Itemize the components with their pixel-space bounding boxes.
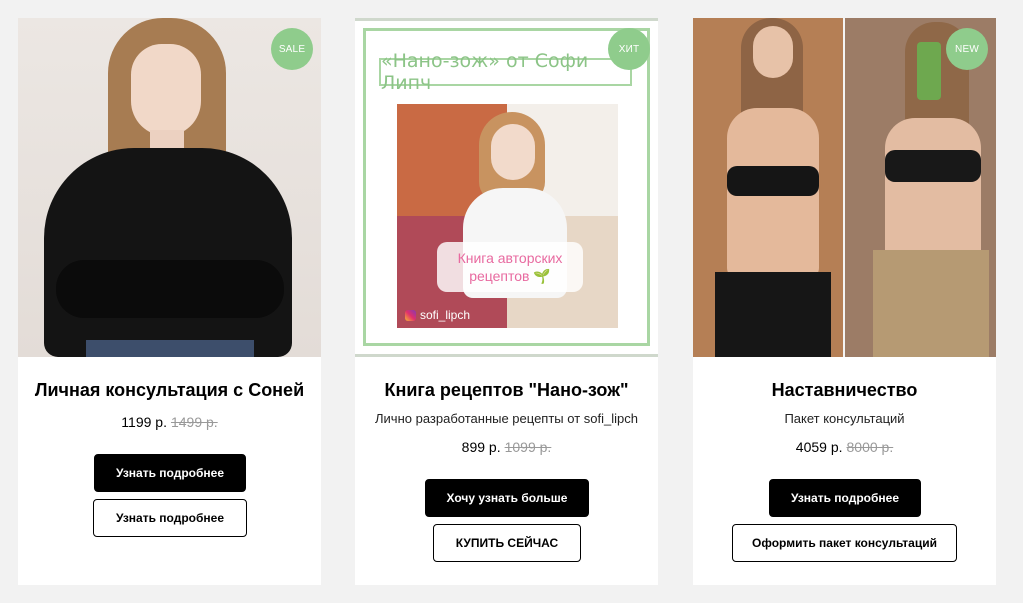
before-top (727, 166, 819, 196)
cover-photo: Книга авторских рецептов 🌱 sofi_lipch (397, 104, 618, 328)
cover-label: Книга авторских рецептов 🌱 (437, 242, 583, 292)
product-grid: SALE Личная консультация с Соней 1199 р.… (0, 0, 1023, 603)
learn-more-button[interactable]: Узнать подробнее (94, 454, 246, 492)
new-badge: NEW (946, 28, 988, 70)
order-package-button[interactable]: Оформить пакет консультаций (732, 524, 957, 562)
old-price: 1099 р. (504, 439, 552, 455)
old-price: 1499 р. (170, 414, 218, 430)
after-top (885, 150, 981, 182)
product-price: 1199 р. 1499 р. (18, 414, 321, 430)
product-subtitle: Лично разработанные рецепты от sofi_lipc… (375, 411, 638, 426)
instagram-tag: sofi_lipch (405, 308, 470, 322)
after-phone (917, 42, 941, 100)
product-image[interactable]: NEW (693, 18, 996, 357)
before-photo (693, 18, 843, 357)
product-price: 4059 р. 8000 р. (693, 439, 996, 455)
hit-badge: ХИТ (608, 28, 650, 70)
image-crossed-arms (56, 260, 284, 318)
product-title: Наставничество (771, 380, 918, 400)
instagram-handle: sofi_lipch (420, 308, 471, 322)
product-subtitle: Пакет консультаций (784, 411, 905, 426)
product-card-consultation: SALE Личная консультация с Соней 1199 р.… (18, 18, 321, 585)
instagram-icon (405, 309, 416, 321)
product-image[interactable]: «Нано-зож» от Софи Липч Книга авторских … (355, 18, 658, 357)
cover-banner: «Нано-зож» от Софи Липч (379, 50, 632, 94)
current-price: 4059 р. (795, 439, 843, 455)
before-face (753, 26, 793, 78)
current-price: 899 р. (461, 439, 501, 455)
after-torso (885, 118, 981, 268)
image-jeans (86, 340, 254, 357)
photo-face (491, 124, 535, 180)
current-price: 1199 р. (121, 414, 167, 430)
product-card-recipe-book: «Нано-зож» от Софи Липч Книга авторских … (355, 18, 658, 585)
buy-now-button[interactable]: КУПИТЬ СЕЙЧАС (433, 524, 581, 562)
learn-more-button[interactable]: Узнать подробнее (769, 479, 921, 517)
product-price: 899 р. 1099 р. (355, 439, 658, 455)
product-title: Личная консультация с Соней (34, 380, 305, 400)
cover-label-line1: Книга авторских (457, 250, 563, 266)
old-price: 8000 р. (846, 439, 894, 455)
product-title: Книга рецептов "Нано-зож" (384, 380, 629, 400)
product-image[interactable]: SALE (18, 18, 321, 357)
image-sweater (44, 148, 292, 357)
sale-badge: SALE (271, 28, 313, 70)
cover-label-line2: рецептов 🌱 (469, 268, 551, 284)
learn-more-button[interactable]: Хочу узнать больше (425, 479, 589, 517)
product-card-mentoring: NEW Наставничество Пакет консультаций 40… (693, 18, 996, 585)
learn-more-secondary-button[interactable]: Узнать подробнее (93, 499, 247, 537)
image-face (131, 44, 201, 136)
after-pants (873, 250, 989, 357)
before-pants (715, 272, 831, 357)
